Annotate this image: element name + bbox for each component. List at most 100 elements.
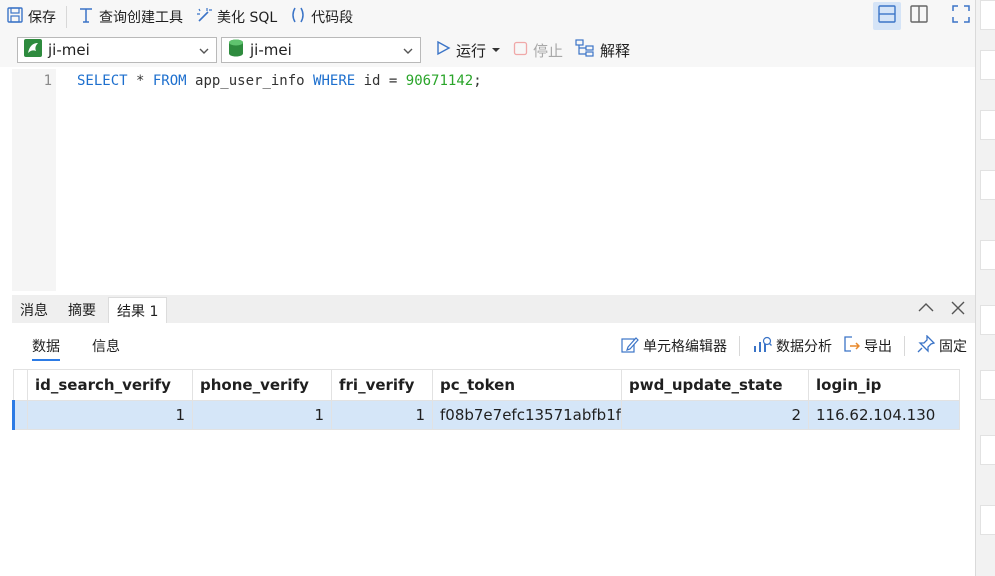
cell-editor-button[interactable]: 单元格编辑器: [621, 335, 727, 357]
side-panel-item[interactable]: [980, 0, 995, 30]
header-row: id_search_verify phone_verify fri_verify…: [13, 369, 960, 401]
side-panel-item[interactable]: [980, 110, 995, 140]
export-button[interactable]: 导出: [842, 335, 892, 357]
pin-icon: [917, 334, 936, 357]
tab-result-1[interactable]: 结果 1: [108, 297, 168, 323]
save-button[interactable]: 保存: [0, 3, 62, 31]
sql-keyword: WHERE: [313, 73, 356, 89]
fullscreen-icon: [951, 4, 971, 28]
query-builder-label: 查询创建工具: [99, 9, 183, 26]
fullscreen-button[interactable]: [947, 2, 975, 30]
sql-token: *: [127, 73, 153, 89]
column-header[interactable]: fri_verify: [331, 369, 433, 401]
beautify-sql-label: 美化 SQL: [217, 9, 278, 26]
column-header[interactable]: pc_token: [432, 369, 622, 401]
layout-controls: [873, 2, 975, 30]
parentheses-icon: [289, 6, 307, 28]
connection-bar: ji-mei ji-mei 运行 停止 解释: [0, 33, 975, 67]
result-grid: id_search_verify phone_verify fri_verify…: [12, 369, 960, 430]
sql-token: ;: [473, 73, 482, 89]
save-icon: [6, 6, 24, 28]
sql-number: 90671142: [405, 73, 474, 89]
stop-icon: [513, 41, 528, 60]
export-icon: [842, 335, 861, 357]
query-builder-button[interactable]: 查询创建工具: [71, 3, 189, 31]
side-panel-item[interactable]: [980, 370, 995, 400]
stop-button[interactable]: 停止: [507, 40, 569, 61]
sql-keyword: SELECT: [77, 73, 128, 89]
chevron-down-icon: [402, 43, 414, 61]
explain-button[interactable]: 解释: [569, 39, 636, 61]
tools-divider: [739, 336, 740, 356]
table-cell[interactable]: 116.62.104.130: [808, 400, 960, 430]
side-panel-item[interactable]: [980, 170, 995, 200]
play-icon: [435, 40, 451, 60]
subtab-data[interactable]: 数据: [32, 336, 60, 361]
side-panel-item[interactable]: [980, 50, 995, 80]
side-panel-item[interactable]: [980, 435, 995, 465]
sql-keyword: FROM: [152, 73, 187, 89]
column-header[interactable]: phone_verify: [192, 369, 332, 401]
code-snippet-button[interactable]: 代码段: [283, 3, 359, 31]
side-panel-item[interactable]: [980, 505, 995, 535]
row-indicator[interactable]: [12, 400, 28, 430]
connection-icon: [24, 39, 42, 61]
subtab-info[interactable]: 信息: [92, 336, 120, 356]
table-cell[interactable]: 1: [192, 400, 332, 430]
row-header-corner: [13, 369, 28, 401]
table-cell[interactable]: 1: [331, 400, 433, 430]
collapse-panel-icon[interactable]: [917, 299, 935, 321]
column-header[interactable]: pwd_update_state: [621, 369, 809, 401]
connection-select[interactable]: ji-mei: [17, 37, 217, 63]
run-dropdown-icon[interactable]: [491, 41, 501, 59]
horizontal-split-icon: [877, 4, 897, 28]
table-cell[interactable]: 1: [27, 400, 193, 430]
run-button[interactable]: 运行: [429, 40, 507, 61]
export-label: 导出: [864, 339, 892, 355]
explain-label: 解释: [600, 41, 631, 60]
run-label: 运行: [456, 41, 487, 60]
table-cell[interactable]: 2: [621, 400, 809, 430]
table-row[interactable]: 1 1 1 f08b7e7efc13571abfb1f 2 116.62.104…: [12, 400, 960, 430]
sql-query-window: 保存 查询创建工具 美化 SQL 代码段 ji-mei ji-mei 运行 停止…: [0, 0, 995, 576]
result-tab-bar: 消息 摘要 结果 1: [12, 295, 975, 323]
close-icon[interactable]: [949, 299, 967, 321]
database-name: ji-mei: [250, 41, 292, 59]
explain-icon: [575, 39, 595, 61]
magic-wand-icon: [195, 6, 213, 28]
data-analysis-label: 数据分析: [776, 339, 832, 355]
line-number: 1: [43, 73, 52, 89]
sql-code-line[interactable]: SELECT * FROM app_user_info WHERE id = 9…: [77, 73, 482, 89]
result-table: id_search_verify phone_verify fri_verify…: [12, 369, 960, 430]
result-tools: 单元格编辑器 数据分析 导出 固定: [621, 334, 967, 357]
panel-controls: [917, 299, 967, 321]
sql-token: app_user_info: [186, 73, 314, 89]
vertical-split-button[interactable]: [905, 2, 933, 30]
vertical-split-icon: [909, 4, 929, 28]
sql-editor[interactable]: 1 SELECT * FROM app_user_info WHERE id =…: [12, 69, 975, 291]
column-header[interactable]: id_search_verify: [27, 369, 193, 401]
column-header[interactable]: login_ip: [808, 369, 960, 401]
tab-messages[interactable]: 消息: [12, 297, 56, 323]
database-icon: [228, 39, 244, 61]
side-panel-strip: [975, 0, 995, 576]
stop-label: 停止: [533, 41, 564, 60]
line-number-gutter: 1: [12, 69, 56, 291]
beautify-sql-button[interactable]: 美化 SQL: [189, 3, 283, 31]
side-panel-item[interactable]: [980, 305, 995, 335]
code-snippet-label: 代码段: [311, 9, 354, 26]
table-cell[interactable]: f08b7e7efc13571abfb1f: [432, 400, 622, 430]
horizontal-split-button[interactable]: [873, 2, 901, 30]
database-select[interactable]: ji-mei: [221, 37, 421, 63]
pin-button[interactable]: 固定: [917, 334, 967, 357]
connection-name: ji-mei: [48, 41, 90, 59]
sql-token: id =: [355, 73, 406, 89]
chevron-down-icon: [198, 43, 210, 61]
analysis-icon: [752, 335, 772, 357]
side-panel-item[interactable]: [980, 240, 995, 270]
toolbar-divider: [66, 5, 67, 28]
query-builder-icon: [77, 6, 95, 28]
data-analysis-button[interactable]: 数据分析: [752, 335, 832, 357]
save-label: 保存: [28, 9, 56, 26]
tab-summary[interactable]: 摘要: [60, 297, 104, 323]
